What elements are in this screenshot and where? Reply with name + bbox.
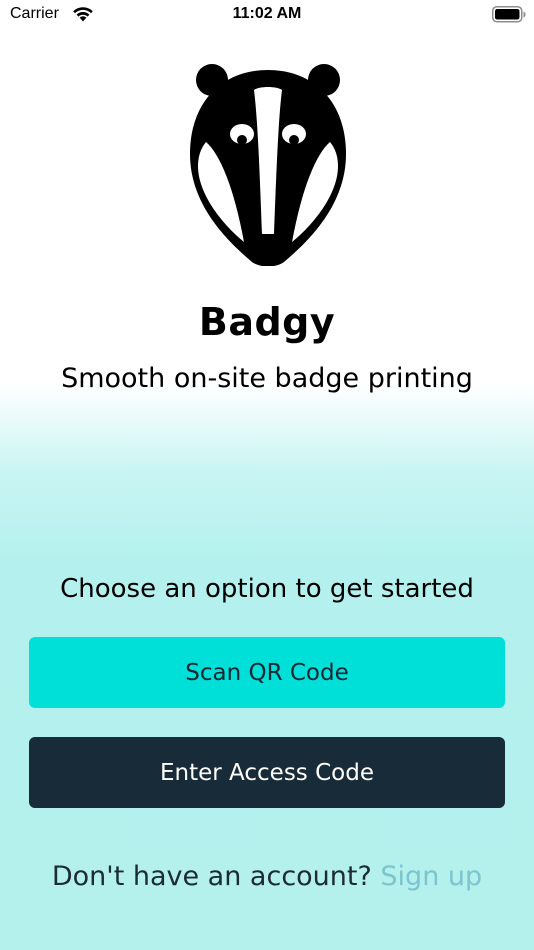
enter-access-code-button[interactable]: Enter Access Code [29,737,505,808]
signup-prompt: Don't have an account? Sign up [0,861,534,892]
app-name: Badgy [198,300,336,344]
badger-logo-icon [190,64,346,266]
sign-up-link[interactable]: Sign up [380,861,482,892]
app-tagline: Smooth on-site badge printing [61,363,473,394]
scan-qr-code-button[interactable]: Scan QR Code [29,637,505,708]
signup-question: Don't have an account? [51,861,372,892]
get-started-prompt: Choose an option to get started [60,574,474,604]
status-time: 11:02 AM [232,5,302,22]
status-bar: Carrier 11:02 AM [0,0,534,30]
battery-icon [492,6,526,23]
